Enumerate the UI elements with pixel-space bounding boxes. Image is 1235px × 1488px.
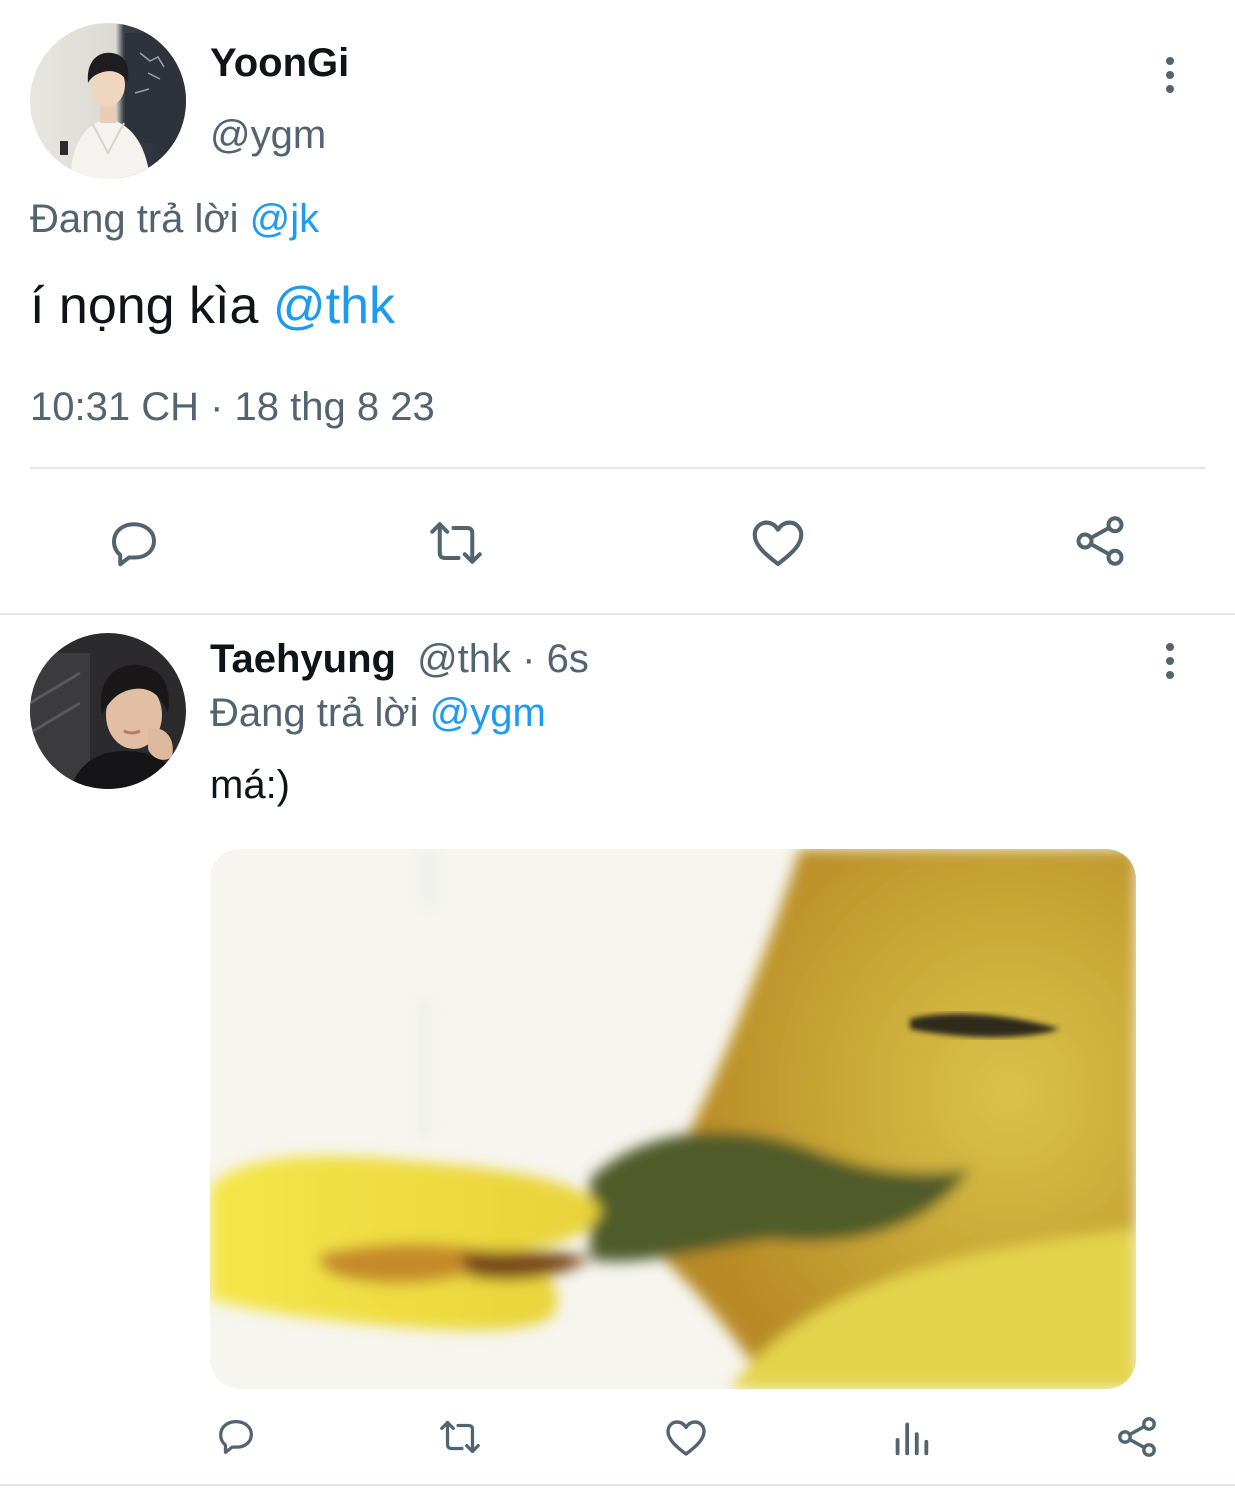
- avatar[interactable]: [30, 23, 186, 179]
- share-icon[interactable]: [1113, 1413, 1161, 1461]
- timestamp[interactable]: 10:31 CH · 18 thg 8 23: [30, 384, 435, 430]
- more-options-icon[interactable]: [1160, 643, 1180, 679]
- tweet-text: má:): [210, 763, 290, 807]
- like-icon[interactable]: [662, 1413, 710, 1461]
- retweet-icon[interactable]: [424, 513, 488, 573]
- analytics-icon[interactable]: [888, 1415, 934, 1461]
- reply-prefix: Đang trả lời: [210, 691, 419, 735]
- retweet-icon[interactable]: [435, 1414, 485, 1460]
- display-name[interactable]: YoonGi: [210, 40, 349, 86]
- mention-link[interactable]: @thk: [273, 277, 395, 335]
- tweet-body: í nọng kìa: [30, 277, 259, 335]
- reply-to-mention[interactable]: @jk: [250, 197, 320, 241]
- divider: [0, 1484, 1235, 1486]
- handle[interactable]: @thk: [417, 637, 511, 681]
- reply-context: Đang trả lời @jk: [30, 196, 319, 242]
- more-options-icon[interactable]: [1160, 57, 1180, 93]
- reply-context: Đang trả lời @ygm: [210, 690, 546, 736]
- reply-icon[interactable]: [104, 513, 164, 573]
- divider: [30, 467, 1205, 469]
- divider: [0, 613, 1235, 615]
- reply-to-mention[interactable]: @ygm: [430, 691, 546, 735]
- share-icon[interactable]: [1070, 511, 1130, 571]
- time-ago[interactable]: · 6s: [522, 637, 589, 681]
- tweet-text: í nọng kìa @thk: [30, 276, 395, 336]
- reply-header: Taehyung @thk · 6s: [210, 636, 589, 682]
- display-name[interactable]: Taehyung: [210, 637, 396, 681]
- avatar[interactable]: [30, 633, 186, 789]
- reply-prefix: Đang trả lời: [30, 197, 239, 241]
- like-icon[interactable]: [747, 511, 809, 573]
- duck-photo[interactable]: [210, 849, 1136, 1389]
- handle[interactable]: @ygm: [210, 112, 326, 158]
- reply-icon[interactable]: [213, 1413, 259, 1459]
